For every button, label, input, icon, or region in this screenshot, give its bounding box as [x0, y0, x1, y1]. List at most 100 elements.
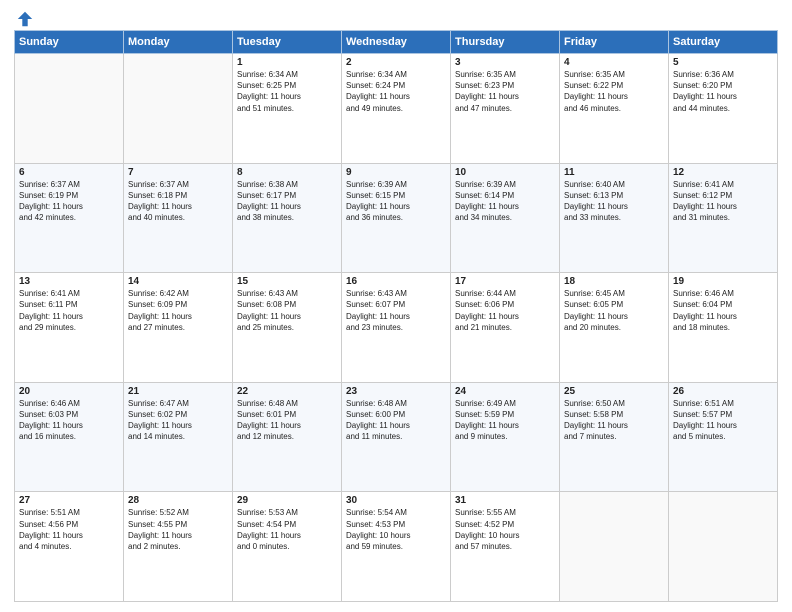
day-number: 17 [455, 276, 555, 287]
day-number: 2 [346, 57, 446, 68]
calendar-cell [15, 54, 124, 164]
calendar-cell: 6Sunrise: 6:37 AM Sunset: 6:19 PM Daylig… [15, 163, 124, 273]
day-header: Wednesday [342, 31, 451, 54]
cell-content: Sunrise: 6:39 AM Sunset: 6:15 PM Dayligh… [346, 179, 446, 224]
header-row: SundayMondayTuesdayWednesdayThursdayFrid… [15, 31, 778, 54]
cell-content: Sunrise: 6:38 AM Sunset: 6:17 PM Dayligh… [237, 179, 337, 224]
cell-content: Sunrise: 5:52 AM Sunset: 4:55 PM Dayligh… [128, 507, 228, 552]
calendar-cell: 17Sunrise: 6:44 AM Sunset: 6:06 PM Dayli… [451, 273, 560, 383]
calendar-cell: 4Sunrise: 6:35 AM Sunset: 6:22 PM Daylig… [560, 54, 669, 164]
day-header: Sunday [15, 31, 124, 54]
calendar-cell: 25Sunrise: 6:50 AM Sunset: 5:58 PM Dayli… [560, 382, 669, 492]
calendar-cell: 27Sunrise: 5:51 AM Sunset: 4:56 PM Dayli… [15, 492, 124, 602]
day-number: 7 [128, 167, 228, 178]
calendar-cell: 19Sunrise: 6:46 AM Sunset: 6:04 PM Dayli… [669, 273, 778, 383]
calendar-cell [669, 492, 778, 602]
calendar: SundayMondayTuesdayWednesdayThursdayFrid… [14, 30, 778, 602]
day-number: 29 [237, 495, 337, 506]
calendar-cell [124, 54, 233, 164]
calendar-cell: 8Sunrise: 6:38 AM Sunset: 6:17 PM Daylig… [233, 163, 342, 273]
day-header: Tuesday [233, 31, 342, 54]
calendar-cell: 26Sunrise: 6:51 AM Sunset: 5:57 PM Dayli… [669, 382, 778, 492]
calendar-cell: 16Sunrise: 6:43 AM Sunset: 6:07 PM Dayli… [342, 273, 451, 383]
cell-content: Sunrise: 6:46 AM Sunset: 6:04 PM Dayligh… [673, 288, 773, 333]
calendar-cell: 15Sunrise: 6:43 AM Sunset: 6:08 PM Dayli… [233, 273, 342, 383]
header [14, 10, 778, 24]
day-number: 19 [673, 276, 773, 287]
day-number: 12 [673, 167, 773, 178]
day-number: 18 [564, 276, 664, 287]
calendar-cell: 2Sunrise: 6:34 AM Sunset: 6:24 PM Daylig… [342, 54, 451, 164]
logo-icon [16, 10, 34, 28]
cell-content: Sunrise: 6:45 AM Sunset: 6:05 PM Dayligh… [564, 288, 664, 333]
day-number: 14 [128, 276, 228, 287]
calendar-cell: 21Sunrise: 6:47 AM Sunset: 6:02 PM Dayli… [124, 382, 233, 492]
cell-content: Sunrise: 6:36 AM Sunset: 6:20 PM Dayligh… [673, 69, 773, 114]
calendar-cell: 10Sunrise: 6:39 AM Sunset: 6:14 PM Dayli… [451, 163, 560, 273]
day-number: 26 [673, 386, 773, 397]
cell-content: Sunrise: 6:37 AM Sunset: 6:19 PM Dayligh… [19, 179, 119, 224]
cell-content: Sunrise: 6:41 AM Sunset: 6:11 PM Dayligh… [19, 288, 119, 333]
week-row: 1Sunrise: 6:34 AM Sunset: 6:25 PM Daylig… [15, 54, 778, 164]
cell-content: Sunrise: 6:48 AM Sunset: 6:00 PM Dayligh… [346, 398, 446, 443]
day-number: 30 [346, 495, 446, 506]
calendar-cell: 3Sunrise: 6:35 AM Sunset: 6:23 PM Daylig… [451, 54, 560, 164]
calendar-cell: 13Sunrise: 6:41 AM Sunset: 6:11 PM Dayli… [15, 273, 124, 383]
week-row: 20Sunrise: 6:46 AM Sunset: 6:03 PM Dayli… [15, 382, 778, 492]
calendar-cell: 18Sunrise: 6:45 AM Sunset: 6:05 PM Dayli… [560, 273, 669, 383]
day-header: Monday [124, 31, 233, 54]
cell-content: Sunrise: 5:55 AM Sunset: 4:52 PM Dayligh… [455, 507, 555, 552]
calendar-cell [560, 492, 669, 602]
day-number: 9 [346, 167, 446, 178]
calendar-cell: 14Sunrise: 6:42 AM Sunset: 6:09 PM Dayli… [124, 273, 233, 383]
calendar-cell: 12Sunrise: 6:41 AM Sunset: 6:12 PM Dayli… [669, 163, 778, 273]
calendar-cell: 30Sunrise: 5:54 AM Sunset: 4:53 PM Dayli… [342, 492, 451, 602]
cell-content: Sunrise: 6:48 AM Sunset: 6:01 PM Dayligh… [237, 398, 337, 443]
cell-content: Sunrise: 6:42 AM Sunset: 6:09 PM Dayligh… [128, 288, 228, 333]
cell-content: Sunrise: 6:43 AM Sunset: 6:07 PM Dayligh… [346, 288, 446, 333]
cell-content: Sunrise: 6:34 AM Sunset: 6:24 PM Dayligh… [346, 69, 446, 114]
week-row: 13Sunrise: 6:41 AM Sunset: 6:11 PM Dayli… [15, 273, 778, 383]
day-number: 23 [346, 386, 446, 397]
cell-content: Sunrise: 6:34 AM Sunset: 6:25 PM Dayligh… [237, 69, 337, 114]
cell-content: Sunrise: 6:44 AM Sunset: 6:06 PM Dayligh… [455, 288, 555, 333]
cell-content: Sunrise: 5:51 AM Sunset: 4:56 PM Dayligh… [19, 507, 119, 552]
day-number: 31 [455, 495, 555, 506]
calendar-cell: 1Sunrise: 6:34 AM Sunset: 6:25 PM Daylig… [233, 54, 342, 164]
cell-content: Sunrise: 6:39 AM Sunset: 6:14 PM Dayligh… [455, 179, 555, 224]
cell-content: Sunrise: 6:49 AM Sunset: 5:59 PM Dayligh… [455, 398, 555, 443]
day-number: 5 [673, 57, 773, 68]
day-number: 24 [455, 386, 555, 397]
cell-content: Sunrise: 6:37 AM Sunset: 6:18 PM Dayligh… [128, 179, 228, 224]
day-number: 10 [455, 167, 555, 178]
cell-content: Sunrise: 6:43 AM Sunset: 6:08 PM Dayligh… [237, 288, 337, 333]
calendar-cell: 11Sunrise: 6:40 AM Sunset: 6:13 PM Dayli… [560, 163, 669, 273]
day-number: 6 [19, 167, 119, 178]
day-header: Saturday [669, 31, 778, 54]
day-number: 25 [564, 386, 664, 397]
day-number: 20 [19, 386, 119, 397]
cell-content: Sunrise: 5:54 AM Sunset: 4:53 PM Dayligh… [346, 507, 446, 552]
week-row: 27Sunrise: 5:51 AM Sunset: 4:56 PM Dayli… [15, 492, 778, 602]
cell-content: Sunrise: 6:50 AM Sunset: 5:58 PM Dayligh… [564, 398, 664, 443]
day-number: 8 [237, 167, 337, 178]
calendar-cell: 29Sunrise: 5:53 AM Sunset: 4:54 PM Dayli… [233, 492, 342, 602]
day-number: 28 [128, 495, 228, 506]
cell-content: Sunrise: 6:35 AM Sunset: 6:23 PM Dayligh… [455, 69, 555, 114]
calendar-cell: 31Sunrise: 5:55 AM Sunset: 4:52 PM Dayli… [451, 492, 560, 602]
day-header: Thursday [451, 31, 560, 54]
calendar-cell: 7Sunrise: 6:37 AM Sunset: 6:18 PM Daylig… [124, 163, 233, 273]
calendar-cell: 28Sunrise: 5:52 AM Sunset: 4:55 PM Dayli… [124, 492, 233, 602]
day-number: 1 [237, 57, 337, 68]
day-number: 22 [237, 386, 337, 397]
day-number: 27 [19, 495, 119, 506]
day-number: 21 [128, 386, 228, 397]
logo [14, 10, 34, 24]
day-number: 4 [564, 57, 664, 68]
page: SundayMondayTuesdayWednesdayThursdayFrid… [0, 0, 792, 612]
calendar-cell: 5Sunrise: 6:36 AM Sunset: 6:20 PM Daylig… [669, 54, 778, 164]
week-row: 6Sunrise: 6:37 AM Sunset: 6:19 PM Daylig… [15, 163, 778, 273]
cell-content: Sunrise: 5:53 AM Sunset: 4:54 PM Dayligh… [237, 507, 337, 552]
day-number: 11 [564, 167, 664, 178]
cell-content: Sunrise: 6:40 AM Sunset: 6:13 PM Dayligh… [564, 179, 664, 224]
